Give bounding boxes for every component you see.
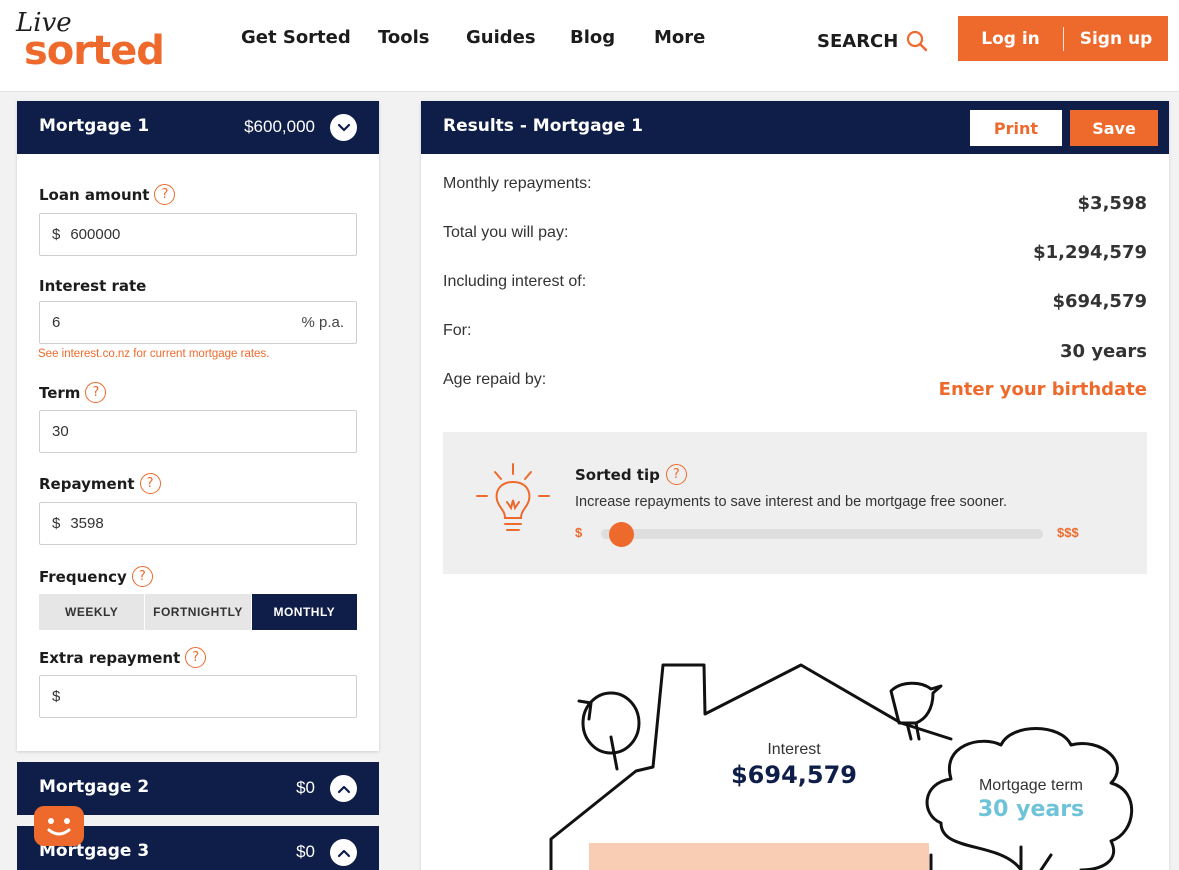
term-label: Term ?	[39, 382, 107, 403]
term-text: Term	[39, 383, 81, 402]
interest-rate-input[interactable]: 6 % p.a.	[39, 301, 357, 344]
interest-rate-label: Interest rate	[39, 277, 146, 295]
search-button[interactable]: SEARCH	[817, 30, 928, 52]
nav-tools[interactable]: Tools	[378, 27, 430, 48]
nav-blog[interactable]: Blog	[570, 27, 615, 48]
login-button[interactable]: Log in	[958, 29, 1063, 49]
loan-amount-input[interactable]: $ 600000	[39, 213, 357, 256]
percent-suffix: % p.a.	[301, 314, 344, 331]
interest-rate-value: 6	[52, 314, 61, 331]
search-icon	[907, 30, 928, 52]
tree-term-label: Mortgage term	[978, 777, 1084, 794]
loan-amount-value: 600000	[70, 226, 121, 243]
loan-amount-text: Loan amount	[39, 185, 150, 204]
dollar-prefix: $	[52, 226, 61, 243]
total-pay-value: $1,294,579	[1033, 242, 1147, 263]
enter-birthdate-link[interactable]: Enter your birthdate	[939, 379, 1147, 400]
mortgage-amount: $600,000	[244, 117, 315, 136]
print-button[interactable]: Print	[970, 110, 1062, 146]
results-card: Results - Mortgage 1 Print Save Monthly …	[421, 101, 1169, 870]
for-value: 30 years	[1060, 341, 1147, 362]
repayment-value: 3598	[70, 515, 104, 532]
house-interest-value: $694,579	[730, 761, 857, 789]
mortgage-title: Mortgage 1	[39, 116, 150, 136]
auth-divider	[1063, 26, 1064, 51]
live-sorted-logo[interactable]: Live sorted	[14, 8, 174, 78]
help-icon[interactable]: ?	[665, 464, 687, 485]
extra-repayment-text: Extra repayment	[39, 648, 181, 667]
frequency-weekly[interactable]: WEEKLY	[39, 594, 146, 630]
dollar-prefix: $	[52, 515, 61, 532]
repayment-input[interactable]: $ 3598	[39, 502, 357, 545]
auth-bar: Log in Sign up	[958, 16, 1168, 61]
loan-amount-label: Loan amount ?	[39, 184, 176, 205]
age-repaid-label: Age repaid by:	[443, 371, 547, 388]
frequency-monthly[interactable]: MONTHLY	[251, 594, 357, 630]
results-title: Results - Mortgage 1	[443, 116, 643, 136]
chevron-up-icon[interactable]	[330, 775, 357, 802]
slider-max-label: $$$	[1057, 525, 1079, 540]
frequency-label: Frequency ?	[39, 566, 153, 587]
chevron-down-icon[interactable]	[330, 114, 357, 141]
term-input[interactable]: 30	[39, 410, 357, 453]
total-pay-label: Total you will pay:	[443, 224, 569, 241]
extra-repayment-input[interactable]: $	[39, 675, 357, 718]
house-interest-label: Interest	[767, 741, 821, 758]
frequency-fortnightly[interactable]: FORTNIGHTLY	[145, 594, 252, 630]
frequency-text: Frequency	[39, 567, 127, 586]
for-label: For:	[443, 322, 472, 339]
help-icon[interactable]: ?	[131, 566, 153, 587]
interest-rate-text: Interest rate	[39, 277, 147, 295]
tip-title: Sorted tip ?	[575, 464, 687, 485]
logo-wordmark: sorted	[24, 28, 165, 74]
chat-bot-icon[interactable]	[34, 806, 84, 846]
monthly-repayments-value: $3,598	[1077, 193, 1147, 214]
tip-title-text: Sorted tip	[575, 465, 660, 484]
mortgage-amount: $0	[296, 778, 315, 797]
dollar-prefix: $	[52, 688, 61, 705]
repayment-slider[interactable]	[601, 522, 1043, 547]
term-value: 30	[52, 423, 69, 440]
help-icon[interactable]: ?	[154, 184, 176, 205]
slider-thumb[interactable]	[609, 522, 635, 547]
slider-min-label: $	[575, 525, 583, 540]
save-button[interactable]: Save	[1070, 110, 1158, 146]
nav-get-sorted[interactable]: Get Sorted	[241, 27, 351, 48]
tree-term-value: 30 years	[977, 797, 1085, 822]
mortgage-title: Mortgage 2	[39, 777, 150, 797]
tip-text: Increase repayments to save interest and…	[575, 494, 1008, 510]
sorted-tip-box: Sorted tip ? Increase repayments to save…	[443, 432, 1147, 574]
interest-value: $694,579	[1052, 291, 1147, 312]
interest-label: Including interest of:	[443, 273, 587, 290]
repayment-label: Repayment ?	[39, 473, 161, 494]
signup-button[interactable]: Sign up	[1064, 29, 1168, 49]
site-header: Live sorted Get Sorted Tools Guides Blog…	[0, 0, 1179, 92]
monthly-repayments-label: Monthly repayments:	[443, 175, 592, 192]
repayment-text: Repayment	[39, 474, 135, 493]
results-header: Results - Mortgage 1 Print Save	[421, 101, 1169, 154]
mortgage-1-header[interactable]: Mortgage 1 $600,000	[17, 101, 379, 154]
lightbulb-icon	[476, 463, 550, 531]
extra-repayment-label: Extra repayment ?	[39, 647, 207, 668]
chevron-up-icon[interactable]	[330, 839, 357, 866]
nav-more[interactable]: More	[654, 27, 705, 48]
mortgage-amount: $0	[296, 842, 315, 861]
search-label: SEARCH	[817, 30, 899, 52]
help-icon[interactable]: ?	[185, 647, 207, 668]
help-icon[interactable]: ?	[85, 382, 107, 403]
rate-hint-link[interactable]: See interest.co.nz for current mortgage …	[38, 348, 269, 360]
help-icon[interactable]: ?	[139, 473, 161, 494]
nav-guides[interactable]: Guides	[466, 27, 536, 48]
frequency-selector: WEEKLY FORTNIGHTLY MONTHLY	[39, 594, 357, 630]
